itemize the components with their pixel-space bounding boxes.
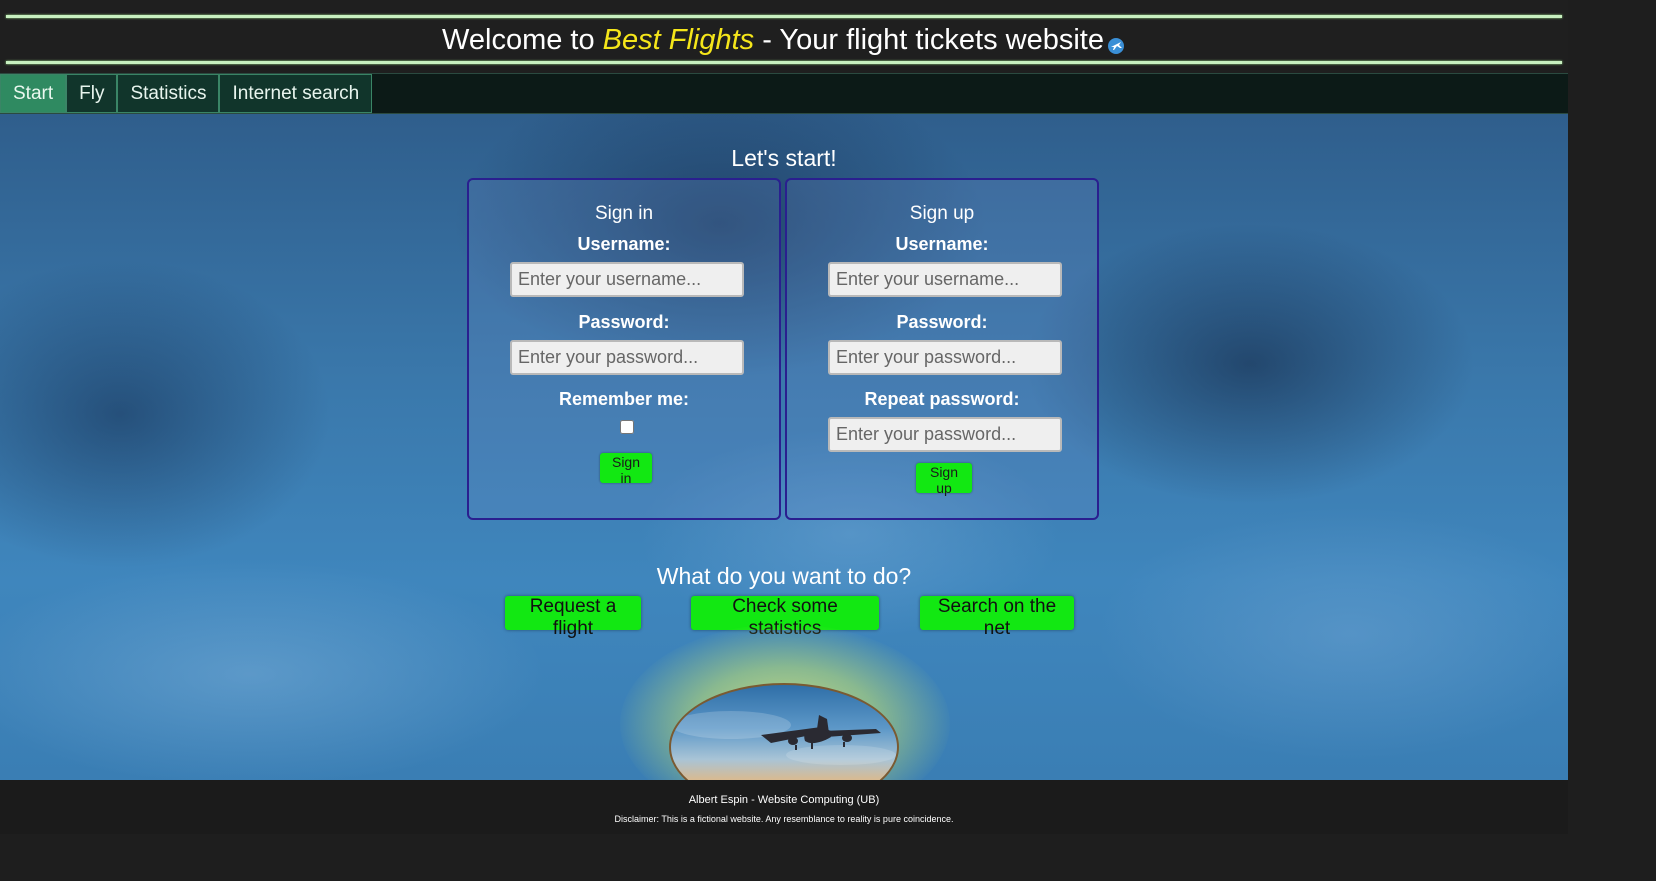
plane-icon: [1106, 29, 1126, 55]
sign-in-button[interactable]: Sign in: [600, 453, 652, 486]
sign-up-username-label: Username:: [895, 234, 989, 254]
sign-up-password-input[interactable]: [828, 340, 1062, 375]
main-nav: Start Fly Statistics Internet search: [0, 73, 1568, 114]
main-content: Let's start! Sign in Username: Password:…: [0, 114, 1568, 780]
repeat-password-label: Repeat password:: [864, 389, 1020, 409]
request-flight-button[interactable]: Request a flight: [505, 596, 641, 639]
sign-up-username-input[interactable]: [828, 262, 1062, 297]
footer-credit: Albert Espin - Website Computing (UB): [688, 794, 880, 806]
title-suffix: - Your flight tickets website: [762, 24, 1104, 56]
tab-internet-search[interactable]: Internet search: [219, 74, 373, 113]
remember-me-checkbox[interactable]: [620, 420, 634, 434]
sign-in-password-input[interactable]: [510, 340, 744, 375]
brand-name: Best Flights: [602, 24, 755, 56]
search-net-button[interactable]: Search on the net: [920, 596, 1074, 639]
sign-up-button[interactable]: Sign up: [916, 463, 972, 496]
sign-up-title: Sign up: [909, 203, 975, 224]
tab-statistics[interactable]: Statistics: [117, 74, 220, 113]
site-footer: Albert Espin - Website Computing (UB) Di…: [0, 780, 1568, 834]
footer-disclaimer: Disclaimer: This is a fictional website.…: [614, 814, 954, 824]
sign-in-title: Sign in: [594, 203, 654, 224]
tab-fly[interactable]: Fly: [66, 74, 118, 113]
sign-in-panel: Sign in Username: Password: Remember me:…: [467, 178, 781, 520]
site-header: Welcome to Best Flights - Your flight ti…: [0, 0, 1568, 73]
what-to-do-heading: What do you want to do?: [656, 563, 912, 589]
sign-up-password-label: Password:: [896, 312, 988, 332]
sign-up-panel: Sign up Username: Password: Repeat passw…: [785, 178, 1099, 520]
remember-me-label: Remember me:: [558, 389, 690, 409]
sign-in-username-label: Username:: [577, 234, 671, 254]
repeat-password-input[interactable]: [828, 417, 1062, 452]
sign-in-username-input[interactable]: [510, 262, 744, 297]
start-heading: Let's start!: [731, 145, 837, 171]
title-prefix: Welcome to: [442, 24, 595, 56]
header-bottom-rule: [6, 61, 1562, 64]
tab-start[interactable]: Start: [0, 74, 67, 113]
header-top-rule: [6, 15, 1562, 18]
site-title: Welcome to Best Flights - Your flight ti…: [0, 22, 1568, 58]
sign-in-password-label: Password:: [578, 312, 670, 332]
